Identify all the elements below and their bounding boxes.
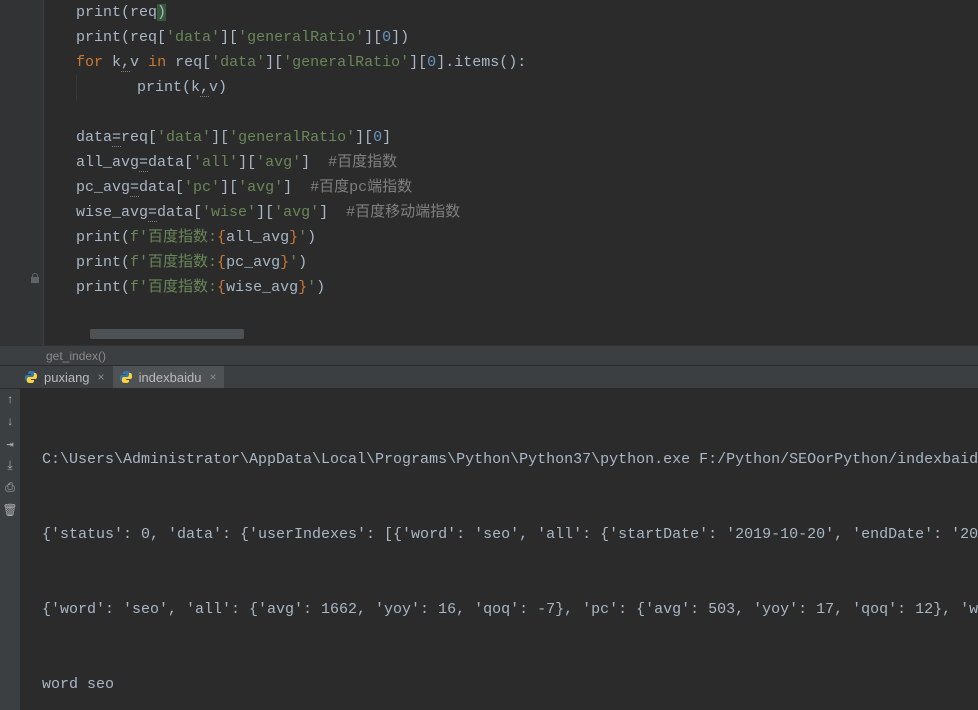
down-arrow-icon[interactable]: ↓ [3, 415, 17, 429]
breadcrumb-item[interactable]: get_index() [46, 349, 106, 363]
code-token: print [76, 4, 121, 21]
run-tabs-bar: puxiang × indexbaidu × [0, 365, 978, 389]
console-line: word seo [24, 672, 978, 697]
editor-gutter [0, 0, 44, 345]
code-editor[interactable]: print(req) print(req['data']['generalRat… [0, 0, 978, 345]
python-icon [24, 370, 38, 384]
console-line: C:\Users\Administrator\AppData\Local\Pro… [24, 447, 978, 472]
up-arrow-icon[interactable]: ↑ [3, 393, 17, 407]
console-line: {'word': 'seo', 'all': {'avg': 1662, 'yo… [24, 597, 978, 622]
tab-indexbaidu[interactable]: indexbaidu × [113, 366, 225, 388]
trash-icon[interactable]: 🗑 [3, 503, 17, 517]
console-line: {'status': 0, 'data': {'userIndexes': [{… [24, 522, 978, 547]
breadcrumb-bar: get_index() [0, 345, 978, 365]
console-toolbar: ↑ ↓ ⇥ ⤓ ⎙ 🗑 [0, 389, 20, 710]
scroll-to-end-icon[interactable]: ⤓ [3, 459, 17, 473]
python-icon [119, 370, 133, 384]
tab-label: indexbaidu [139, 370, 202, 385]
tab-puxiang[interactable]: puxiang × [18, 366, 113, 388]
code-content[interactable]: print(req) print(req['data']['generalRat… [44, 0, 978, 345]
soft-wrap-icon[interactable]: ⇥ [3, 437, 17, 451]
run-tool-window: ↑ ↓ ⇥ ⤓ ⎙ 🗑 C:\Users\Administrator\AppDa… [0, 389, 978, 710]
print-icon[interactable]: ⎙ [3, 481, 17, 495]
horizontal-scrollbar[interactable] [90, 329, 244, 339]
close-icon[interactable]: × [96, 370, 107, 384]
close-icon[interactable]: × [207, 370, 218, 384]
tab-label: puxiang [44, 370, 90, 385]
lock-icon [30, 273, 40, 283]
console-output[interactable]: C:\Users\Administrator\AppData\Local\Pro… [20, 389, 978, 710]
